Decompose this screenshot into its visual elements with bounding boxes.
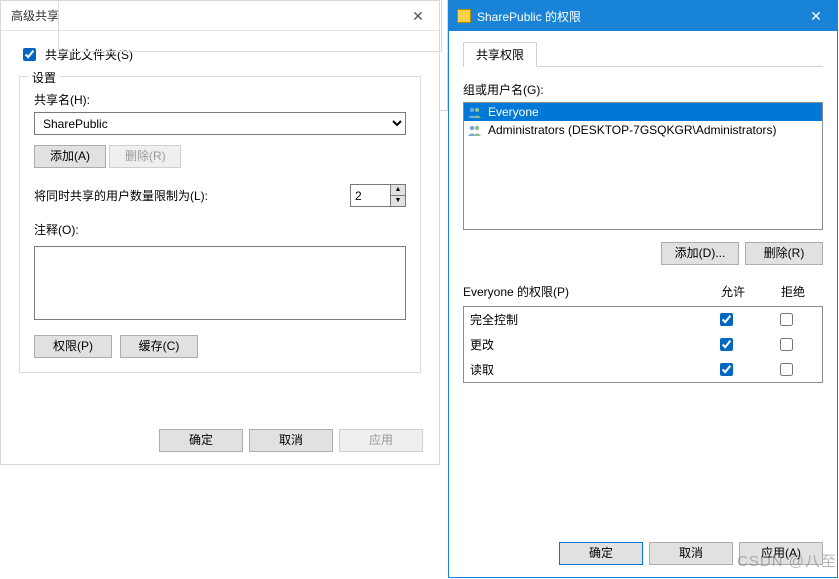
- add-share-button[interactable]: 添加(A): [34, 145, 106, 168]
- allow-checkbox[interactable]: [720, 338, 733, 351]
- dialog-title: SharePublic 的权限: [477, 8, 581, 25]
- apply-button[interactable]: 应用(A): [739, 542, 823, 565]
- ok-button[interactable]: 确定: [159, 429, 243, 452]
- deny-checkbox[interactable]: [780, 313, 793, 326]
- table-row: 完全控制: [464, 307, 822, 332]
- list-item-label: Administrators (DESKTOP-7GSQKGR\Administ…: [488, 121, 777, 139]
- deny-column-header: 拒绝: [763, 283, 823, 300]
- tab-bar: 共享权限: [463, 41, 823, 67]
- table-row: 更改: [464, 332, 822, 357]
- list-item[interactable]: Administrators (DESKTOP-7GSQKGR\Administ…: [464, 121, 822, 139]
- settings-group: 设置 共享名(H): SharePublic 添加(A) 删除(R) 将同时共享…: [19, 76, 421, 373]
- user-limit-spinner[interactable]: ▲ ▼: [350, 184, 406, 207]
- deny-checkbox[interactable]: [780, 338, 793, 351]
- share-folder-checkbox[interactable]: [23, 48, 36, 61]
- dialog-title: 高级共享: [11, 9, 59, 23]
- spinner-buttons: ▲ ▼: [390, 184, 406, 207]
- inner-groupbox-fragment: [58, 0, 442, 52]
- folder-icon: [457, 9, 471, 23]
- cancel-button[interactable]: 取消: [649, 542, 733, 565]
- dialog-body: 共享权限 组或用户名(G): EveryoneAdministrators (D…: [449, 31, 837, 577]
- cancel-button[interactable]: 取消: [249, 429, 333, 452]
- users-icon: [468, 124, 484, 136]
- permissions-button[interactable]: 权限(P): [34, 335, 112, 358]
- ok-button[interactable]: 确定: [559, 542, 643, 565]
- permissions-table: 完全控制更改读取: [463, 306, 823, 383]
- permission-label: 读取: [470, 361, 696, 378]
- settings-group-legend: 设置: [28, 69, 60, 86]
- dialog-buttons: 确定 取消 应用(A): [559, 542, 823, 565]
- permissions-header: Everyone 的权限(P) 允许 拒绝: [463, 283, 823, 300]
- deny-checkbox[interactable]: [780, 363, 793, 376]
- add-user-button[interactable]: 添加(D)...: [661, 242, 739, 265]
- permission-label: 更改: [470, 336, 696, 353]
- user-limit-label: 将同时共享的用户数量限制为(L):: [34, 187, 208, 204]
- permissions-dialog: SharePublic 的权限 ✕ 共享权限 组或用户名(G): Everyon…: [448, 0, 838, 578]
- permission-label: 完全控制: [470, 311, 696, 328]
- allow-checkbox[interactable]: [720, 363, 733, 376]
- allow-checkbox[interactable]: [720, 313, 733, 326]
- advanced-sharing-dialog: 高级共享 ✕ 共享此文件夹(S) 设置 共享名(H): SharePublic …: [0, 0, 440, 465]
- dialog-buttons: 确定 取消 应用: [159, 429, 423, 452]
- users-listbox[interactable]: EveryoneAdministrators (DESKTOP-7GSQKGR\…: [463, 102, 823, 230]
- comment-label: 注释(O):: [34, 221, 406, 238]
- users-listbox-label: 组或用户名(G):: [463, 81, 823, 98]
- cache-button[interactable]: 缓存(C): [120, 335, 198, 358]
- spinner-up-icon[interactable]: ▲: [390, 184, 406, 195]
- share-name-select[interactable]: SharePublic: [34, 112, 406, 135]
- user-limit-row: 将同时共享的用户数量限制为(L): ▲ ▼: [34, 184, 406, 207]
- user-limit-input[interactable]: [350, 184, 390, 207]
- remove-user-button[interactable]: 删除(R): [745, 242, 823, 265]
- users-icon: [468, 106, 484, 118]
- close-icon[interactable]: ✕: [795, 1, 837, 31]
- comment-section: 注释(O):: [34, 221, 406, 323]
- titlebar: SharePublic 的权限 ✕: [449, 1, 837, 31]
- list-item-label: Everyone: [488, 103, 539, 121]
- dialog-body: 共享此文件夹(S) 设置 共享名(H): SharePublic 添加(A) 删…: [1, 31, 439, 385]
- spinner-down-icon[interactable]: ▼: [390, 195, 406, 207]
- allow-column-header: 允许: [703, 283, 763, 300]
- remove-share-button: 删除(R): [109, 145, 181, 168]
- share-name-label: 共享名(H):: [34, 91, 406, 108]
- list-item[interactable]: Everyone: [464, 103, 822, 121]
- add-remove-row: 添加(A) 删除(R): [34, 145, 406, 168]
- permissions-for-label: Everyone 的权限(P): [463, 283, 703, 300]
- tab-share-permissions[interactable]: 共享权限: [463, 42, 537, 67]
- perm-cache-row: 权限(P) 缓存(C): [34, 335, 406, 358]
- table-row: 读取: [464, 357, 822, 382]
- apply-button: 应用: [339, 429, 423, 452]
- comment-textarea[interactable]: [34, 246, 406, 320]
- add-remove-row: 添加(D)... 删除(R): [463, 242, 823, 265]
